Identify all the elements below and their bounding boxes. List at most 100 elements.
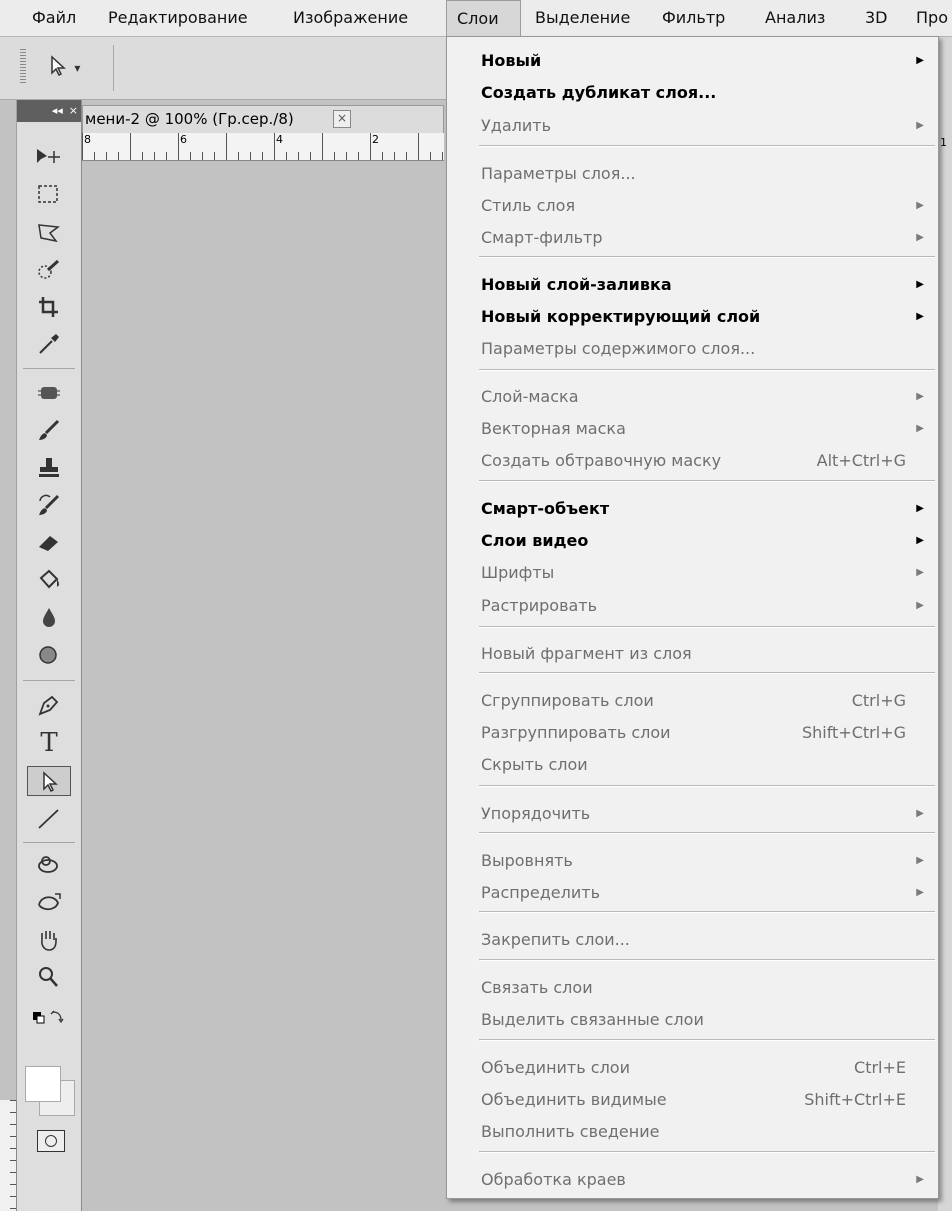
layers-menu-item[interactable]: Выделить связанные слои <box>447 1005 938 1035</box>
layers-menu-item[interactable]: Создать обтравочную маску Alt+Ctrl+G <box>447 446 938 476</box>
layers-menu-item[interactable]: Закрепить слои... <box>447 925 938 955</box>
layers-menu-item[interactable]: Растрировать ▶ <box>447 591 938 621</box>
layers-menu-item[interactable]: Создать дубликат слоя... <box>447 78 938 108</box>
submenu-arrow-icon: ▶ <box>916 600 924 611</box>
menu-select[interactable]: Выделение <box>525 0 640 36</box>
crop-icon[interactable] <box>27 292 71 322</box>
move-tool-icon[interactable] <box>27 142 71 172</box>
menu-separator <box>479 959 935 961</box>
foreground-color-swatch[interactable] <box>25 1066 61 1102</box>
layers-menu-item[interactable]: Разгруппировать слои Shift+Ctrl+G <box>447 718 938 748</box>
menu-filter[interactable]: Фильтр <box>652 0 735 36</box>
3d-orbit-icon[interactable] <box>27 888 71 918</box>
submenu-arrow-icon: ▶ <box>916 808 924 819</box>
menu-separator <box>479 626 935 628</box>
menu-item-label: Объединить слои <box>481 1058 630 1077</box>
ruler-label: 1 <box>940 136 947 149</box>
menu-item-label: Параметры содержимого слоя... <box>481 339 756 358</box>
menu-3d[interactable]: 3D <box>855 0 898 36</box>
eraser-icon[interactable] <box>27 527 71 557</box>
layers-menu-item[interactable]: Новый фрагмент из слоя <box>447 639 938 669</box>
line-tool-icon[interactable] <box>27 804 71 834</box>
layers-menu-item[interactable]: Объединить видимые Shift+Ctrl+E <box>447 1085 938 1115</box>
layers-menu-item[interactable]: Выполнить сведение <box>447 1117 938 1147</box>
brush-icon[interactable] <box>27 416 71 446</box>
layers-menu-item[interactable]: Связать слои <box>447 973 938 1003</box>
path-selection-icon[interactable] <box>27 766 71 796</box>
tools-panel: ◂◂ × T <box>16 100 82 1211</box>
menu-separator <box>479 832 935 834</box>
layers-menu-item[interactable]: Удалить ▶ <box>447 111 938 141</box>
layers-menu-item[interactable]: Смарт-фильтр ▶ <box>447 223 938 253</box>
submenu-arrow-icon: ▶ <box>916 567 924 578</box>
menu-item-shortcut: Ctrl+E <box>854 1058 906 1077</box>
layers-menu-item[interactable]: Объединить слои Ctrl+E <box>447 1053 938 1083</box>
layers-menu-item[interactable]: Слой-маска ▶ <box>447 382 938 412</box>
menu-layers[interactable]: Слои <box>446 0 521 36</box>
layers-menu-item[interactable]: Параметры содержимого слоя... <box>447 334 938 364</box>
layers-menu-item[interactable]: Слои видео ▶ <box>447 526 938 556</box>
grip-handle[interactable] <box>20 49 26 85</box>
menu-item-label: Стиль слоя <box>481 196 576 215</box>
document-tab[interactable]: мени-2 @ 100% (Гр.сер./8) × <box>82 105 444 133</box>
menu-analysis[interactable]: Анализ <box>755 0 835 36</box>
menu-item-label: Выделить связанные слои <box>481 1010 704 1029</box>
hand-icon[interactable] <box>27 925 71 955</box>
submenu-arrow-icon: ▶ <box>916 232 924 243</box>
menu-item-label: Векторная маска <box>481 419 626 438</box>
tool-preset-picker[interactable]: ▾ <box>48 55 98 81</box>
layers-menu-item[interactable]: Новый ▶ <box>447 46 938 76</box>
menu-item-label: Слои видео <box>481 531 589 550</box>
layers-menu-item[interactable]: Упорядочить ▶ <box>447 799 938 829</box>
layers-menu-item[interactable]: Стиль слоя ▶ <box>447 191 938 221</box>
menu-bar: Файл Редактирование Изображение Слои Выд… <box>0 0 952 37</box>
layers-menu-item[interactable]: Шрифты ▶ <box>447 558 938 588</box>
dodge-icon[interactable] <box>27 641 71 671</box>
rectangular-marquee-icon[interactable] <box>27 180 71 210</box>
options-divider <box>113 45 114 91</box>
spot-healing-icon[interactable] <box>27 378 71 408</box>
close-document-icon[interactable]: × <box>333 110 351 128</box>
collapse-icon[interactable]: ◂◂ <box>49 104 66 117</box>
menu-edit[interactable]: Редактирование <box>98 0 258 36</box>
close-icon[interactable]: × <box>66 104 81 117</box>
menu-item-label: Выполнить сведение <box>481 1122 660 1141</box>
default-colors-icon[interactable] <box>27 1006 71 1028</box>
menu-image[interactable]: Изображение <box>283 0 418 36</box>
submenu-arrow-icon: ▶ <box>916 1174 924 1185</box>
blur-icon[interactable] <box>27 603 71 633</box>
layers-menu-item[interactable]: Параметры слоя... <box>447 159 938 189</box>
layers-menu-item[interactable]: Новый слой-заливка ▶ <box>447 270 938 300</box>
menu-item-label: Разгруппировать слои <box>481 723 671 742</box>
paint-bucket-icon[interactable] <box>27 565 71 595</box>
history-brush-icon[interactable] <box>27 490 71 520</box>
layers-menu-item[interactable]: Выровнять ▶ <box>447 846 938 876</box>
quick-mask-icon[interactable] <box>37 1130 65 1152</box>
layers-menu-item[interactable]: Обработка краев ▶ <box>447 1165 938 1195</box>
polygonal-lasso-icon[interactable] <box>27 218 71 248</box>
layers-menu-item[interactable]: Векторная маска ▶ <box>447 414 938 444</box>
menu-file[interactable]: Файл <box>22 0 86 36</box>
layers-menu-item[interactable]: Распределить ▶ <box>447 878 938 908</box>
layers-menu-item[interactable]: Сгруппировать слои Ctrl+G <box>447 686 938 716</box>
layers-menu-item[interactable]: Новый корректирующий слой ▶ <box>447 302 938 332</box>
type-tool-icon[interactable]: T <box>27 728 71 758</box>
clone-stamp-icon[interactable] <box>27 453 71 483</box>
menu-item-shortcut: Shift+Ctrl+E <box>804 1090 906 1109</box>
submenu-arrow-icon: ▶ <box>916 55 924 66</box>
menu-item-label: Шрифты <box>481 563 555 582</box>
layers-menu-item[interactable]: Скрыть слои <box>447 750 938 780</box>
quick-selection-icon[interactable] <box>27 255 71 285</box>
submenu-arrow-icon: ▶ <box>916 120 924 131</box>
zoom-icon[interactable] <box>27 962 71 992</box>
submenu-arrow-icon: ▶ <box>916 855 924 866</box>
eyedropper-icon[interactable] <box>27 329 71 359</box>
menu-item-label: Слой-маска <box>481 387 579 406</box>
layers-menu-item[interactable]: Смарт-объект ▶ <box>447 494 938 524</box>
menu-separator <box>479 145 935 147</box>
menu-item-label: Новый фрагмент из слоя <box>481 644 692 663</box>
menu-view[interactable]: Про <box>906 0 948 36</box>
3d-rotate-icon[interactable] <box>27 851 71 881</box>
submenu-arrow-icon: ▶ <box>916 279 924 290</box>
pen-icon[interactable] <box>27 690 71 720</box>
